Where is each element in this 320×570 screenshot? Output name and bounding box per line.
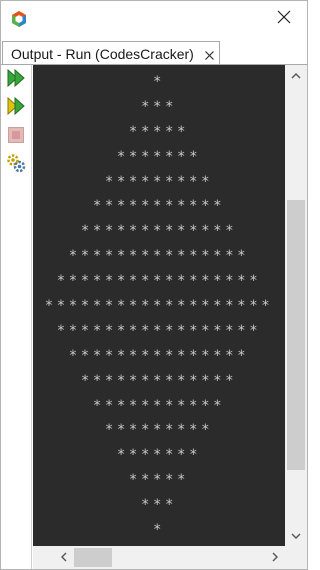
horizontal-scroll-thumb[interactable] xyxy=(74,548,112,567)
output-line: *************** xyxy=(68,347,250,364)
output-line: *** xyxy=(140,497,178,514)
output-line: *********** xyxy=(92,198,226,215)
tab-output-run[interactable]: Output - Run (CodesCracker) xyxy=(2,41,220,65)
output-line: ***** xyxy=(128,123,190,140)
chevron-down-icon xyxy=(291,527,301,545)
stop-button[interactable] xyxy=(5,126,27,148)
output-line: ******* xyxy=(116,447,202,464)
vertical-scrollbar[interactable] xyxy=(285,65,307,546)
tab-close-icon[interactable] xyxy=(204,48,215,60)
output-line: ********* xyxy=(104,422,214,439)
scrollbar-corner xyxy=(285,546,307,569)
scroll-right-button[interactable] xyxy=(265,546,285,569)
output-line: ***************** xyxy=(56,322,262,339)
rerun-with-options-button[interactable] xyxy=(5,96,27,121)
output-line: ************* xyxy=(80,223,238,240)
output-line: *************** xyxy=(68,248,250,265)
close-icon xyxy=(277,10,291,29)
netbeans-cube-icon xyxy=(10,10,28,28)
chevron-left-icon xyxy=(60,549,67,567)
output-line: ***** xyxy=(128,472,190,489)
settings-icon xyxy=(6,153,26,178)
scroll-up-button[interactable] xyxy=(285,65,307,85)
output-line: * xyxy=(152,522,166,539)
title-bar xyxy=(1,1,307,37)
stop-icon xyxy=(7,126,25,149)
output-line: *** xyxy=(140,98,178,115)
settings-button[interactable] xyxy=(5,153,27,178)
output-line: ********* xyxy=(104,173,214,190)
tab-label: Output - Run (CodesCracker) xyxy=(11,45,194,62)
tab-bar: Output - Run (CodesCracker) xyxy=(1,37,307,65)
rerun-with-options-icon xyxy=(6,96,26,121)
rerun-button[interactable] xyxy=(5,68,27,93)
horizontal-scrollbar[interactable] xyxy=(33,546,285,569)
output-toolbar xyxy=(1,65,32,569)
output-line: ************* xyxy=(80,372,238,389)
output-line: ******************* xyxy=(44,298,274,315)
output-lines: * *** ***** ******* ********* *********** ****… xyxy=(33,70,285,543)
output-console[interactable]: * *** ***** ******* ********* *********** ****… xyxy=(33,65,285,546)
rerun-icon xyxy=(6,68,26,93)
close-button[interactable] xyxy=(261,1,307,37)
output-line: * xyxy=(152,74,166,90)
output-line: ******* xyxy=(116,148,202,165)
scroll-down-button[interactable] xyxy=(285,526,307,546)
scroll-left-button[interactable] xyxy=(53,546,73,569)
vertical-scroll-thumb[interactable] xyxy=(287,200,305,470)
output-line: ***************** xyxy=(56,273,262,290)
output-window: Output - Run (CodesCracker) * *** ***** … xyxy=(0,0,308,570)
output-line: *********** xyxy=(92,397,226,414)
chevron-up-icon xyxy=(291,66,301,84)
chevron-right-icon xyxy=(272,549,279,567)
